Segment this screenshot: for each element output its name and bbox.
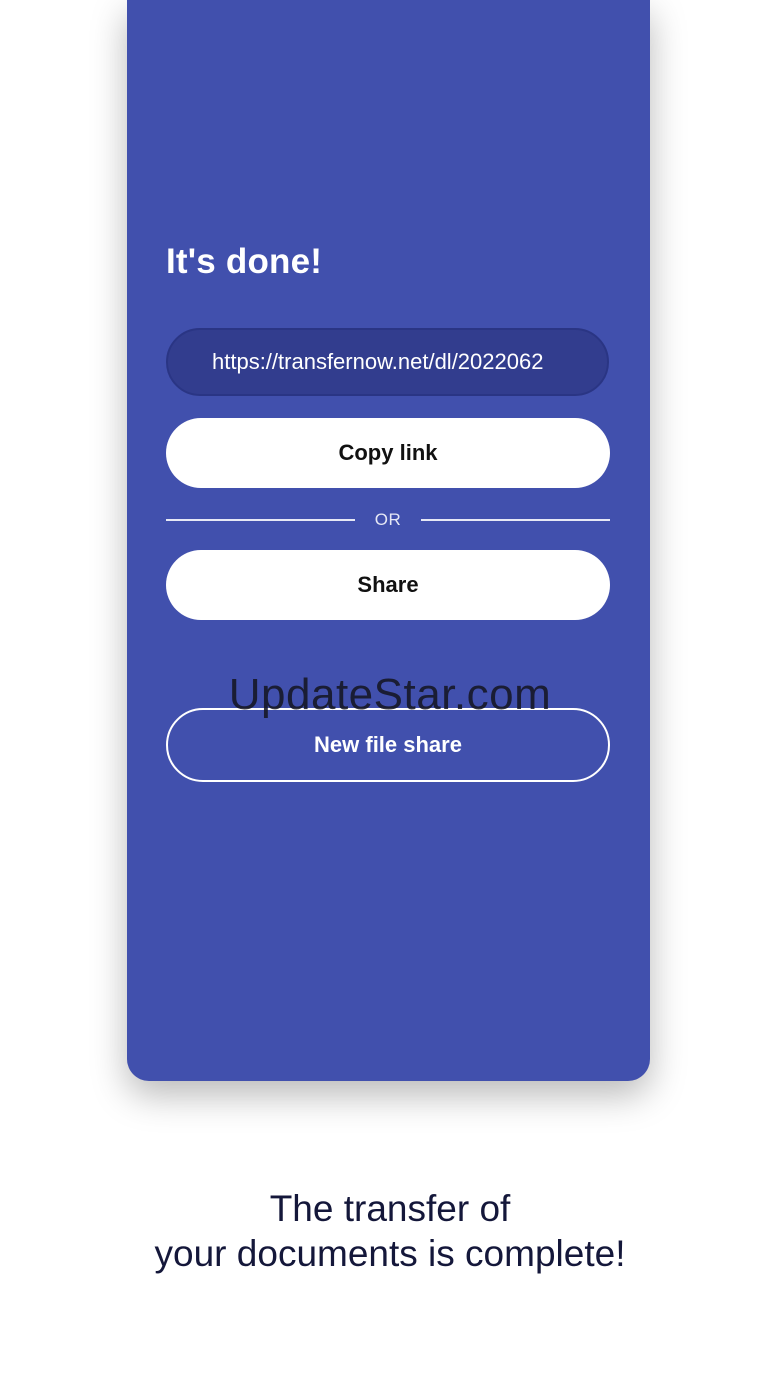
new-file-share-button[interactable]: New file share [166, 708, 610, 782]
caption-line-2: your documents is complete! [154, 1233, 626, 1274]
share-link-text[interactable]: https://transfernow.net/dl/2022062 [212, 349, 563, 375]
share-button[interactable]: Share [166, 550, 610, 620]
caption-line-1: The transfer of [269, 1188, 511, 1229]
promo-caption: The transfer of your documents is comple… [0, 1186, 780, 1276]
copy-link-button[interactable]: Copy link [166, 418, 610, 488]
screen: It's done! https://transfernow.net/dl/20… [0, 0, 780, 1387]
transfer-complete-panel: It's done! https://transfernow.net/dl/20… [127, 0, 650, 1081]
share-link-field[interactable]: https://transfernow.net/dl/2022062 [166, 328, 609, 396]
page-title: It's done! [166, 242, 323, 281]
divider-line-right [421, 519, 610, 521]
or-divider: OR [166, 506, 610, 532]
